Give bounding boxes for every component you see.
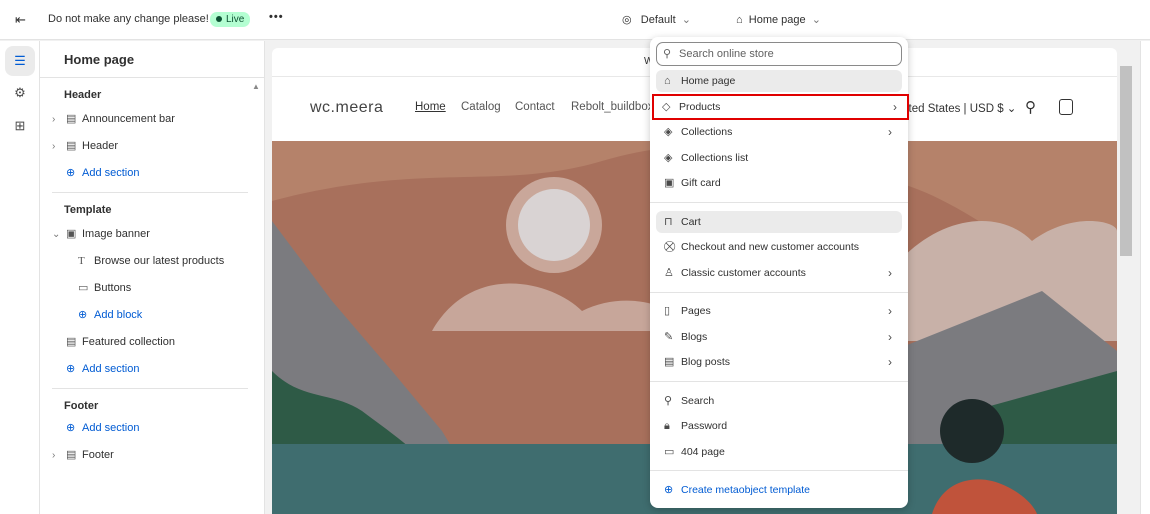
menu-item-collections[interactable]: ◈ Collections › [656,121,902,143]
block-text[interactable]: T Browse our latest products [78,251,224,271]
layout-icon: ▤ [66,336,77,348]
menu-item-gift-card[interactable]: ▣ Gift card [656,172,902,194]
settings-icon[interactable]: ⚙ [5,78,35,108]
header-group-title: Header [64,89,102,101]
search-icon[interactable]: ⚲ [1025,98,1036,116]
page-selector[interactable]: ⌂ Home page ⌄ [736,13,821,26]
plus-circle-icon: ⊕ [66,422,76,434]
pen-icon: ✎ [664,331,674,343]
section-footer[interactable]: › ▤ Footer [52,445,114,465]
block-buttons[interactable]: ▭ Buttons [78,278,131,298]
plus-circle-icon: ⊕ [66,363,76,375]
globe-icon: ◎ [622,14,632,26]
search-input[interactable]: ⚲ Search online store [656,42,902,66]
add-section-footer[interactable]: ⊕ Add section [66,418,139,438]
page-icon: ▯ [664,305,671,317]
top-bar: ⇤ Do not make any change please! Live ••… [0,0,1150,40]
home-icon: ⌂ [664,75,671,87]
create-metaobject-template[interactable]: ⊕ Create metaobject template [656,479,902,501]
collections-icon: ◈ [664,152,673,164]
page-title: Home page [64,52,135,67]
chevron-down-icon: ⌄ [681,14,691,26]
menu-item-pages[interactable]: ▯ Pages › [656,300,902,322]
cart-icon: ⛒ [664,241,676,253]
menu-item-home-page[interactable]: ⌂ Home page [656,70,902,92]
layout-icon: ▤ [66,140,77,152]
plus-circle-icon: ⊕ [66,167,76,179]
person-icon: ♙ [664,267,674,279]
cart-icon[interactable] [1059,99,1073,115]
layout-icon: ▤ [66,449,77,461]
page-label: Home page [748,14,806,26]
search-icon: ⚲ [663,48,672,60]
nav-home[interactable]: Home [415,101,446,113]
menu-item-blogs[interactable]: ✎ Blogs › [656,326,902,348]
menu-item-cart[interactable]: ⊓ Cart [656,211,902,233]
section-image-banner[interactable]: ⌄ ▣ Image banner [52,224,150,244]
home-icon: ⌂ [736,14,743,26]
tags-icon: ◈ [664,126,673,138]
post-icon: ▤ [664,356,675,368]
nav-catalog[interactable]: Catalog [461,101,501,113]
menu-item-products[interactable]: ◇ Products › [652,94,909,120]
section-header[interactable]: › ▤ Header [52,136,118,156]
locale-selector[interactable]: ited States | USD $ ⌄ [906,101,1016,115]
page-picker-menu: ⚲ Search online store ⌂ Home page ◇ Product… [650,37,909,508]
plus-circle-icon: ⊕ [78,309,88,321]
lock-icon: 🔒︎ [664,420,670,432]
add-section-template[interactable]: ⊕ Add section [66,359,139,379]
settings-panel [1140,41,1150,514]
chevron-down-icon: ⌄ [811,14,821,26]
nav-contact[interactable]: Contact [515,101,555,113]
scroll-up-icon[interactable]: ▲ [252,82,260,91]
theme-label: Default [640,14,676,26]
theme-selector[interactable]: ◎ Default ⌄ [622,13,691,26]
menu-item-password[interactable]: 🔒︎ Password [656,415,902,437]
sections-sidebar: Home page ▲ Header › ▤ Announcement bar › ▤… [40,41,265,514]
search-icon: ⚲ [664,395,673,407]
chevron-right-icon: › [888,330,892,344]
section-featured-collection[interactable]: ▤ Featured collection [66,332,175,352]
menu-item-collections-list[interactable]: ◈ Collections list [656,147,902,169]
layout-icon: ▤ [66,113,77,125]
plus-circle-icon: ⊕ [664,484,674,496]
section-announcement-bar[interactable]: › ▤ Announcement bar [52,109,175,129]
error-page-icon: ▭ [664,446,675,458]
footer-group-title: Footer [64,400,99,412]
nav-rebolt[interactable]: Rebolt_buildbox [571,101,653,113]
add-block[interactable]: ⊕ Add block [78,305,142,325]
menu-item-classic-accounts[interactable]: ♙ Classic customer accounts › [656,262,902,284]
chevron-right-icon: › [888,355,892,369]
text-icon: T [78,255,85,267]
more-actions-button[interactable]: ••• [269,11,284,23]
store-logo[interactable]: wc.meera [310,99,383,117]
sections-icon[interactable]: ☰ [5,46,35,76]
chevron-right-icon: › [888,304,892,318]
chevron-right-icon: › [888,266,892,280]
template-group-title: Template [64,204,112,216]
live-badge: Live [210,12,251,27]
tag-icon: ◇ [662,101,671,113]
menu-item-search[interactable]: ⚲ Search [656,390,902,412]
menu-item-blog-posts[interactable]: ▤ Blog posts › [656,351,902,373]
icon-rail: ☰ ⚙ ⊞ [0,41,40,514]
store-note: Do not make any change please! [48,13,209,25]
gift-card-icon: ▣ [664,177,675,189]
button-icon: ▭ [78,282,89,294]
chevron-right-icon: › [893,100,897,114]
scrollbar-thumb[interactable] [1120,66,1132,256]
chevron-right-icon: › [888,125,892,139]
bag-icon: ⊓ [664,216,673,228]
exit-icon[interactable]: ⇤ [15,12,26,28]
apps-icon[interactable]: ⊞ [5,111,35,141]
menu-item-checkout[interactable]: ⛒ Checkout and new customer accounts [656,236,902,258]
image-icon: ▣ [66,228,77,240]
add-section-header[interactable]: ⊕ Add section [66,163,139,183]
menu-item-404[interactable]: ▭ 404 page [656,441,902,463]
